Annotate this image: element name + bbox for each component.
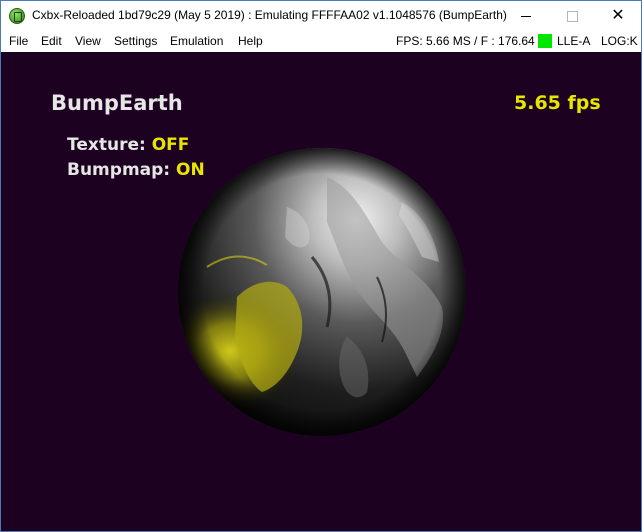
maximize-icon: [566, 10, 578, 22]
menu-settings[interactable]: Settings: [114, 34, 157, 48]
maximize-button[interactable]: [549, 1, 595, 31]
lle-status-label: LLE-A: [557, 34, 591, 48]
bumpmap-label: Bumpmap:: [67, 160, 171, 180]
render-viewport[interactable]: BumpEarth 5.65 fps Texture: OFF Bumpmap:…: [1, 52, 641, 531]
menu-view[interactable]: View: [75, 34, 101, 48]
title-bar[interactable]: Cxbx-Reloaded 1bd79c29 (May 5 2019) : Em…: [1, 1, 641, 31]
log-status[interactable]: LOG:K: [601, 34, 638, 48]
menu-edit[interactable]: Edit: [41, 34, 62, 48]
menu-bar: File Edit View Settings Emulation Help F…: [1, 31, 641, 51]
emulator-window: Cxbx-Reloaded 1bd79c29 (May 5 2019) : Em…: [0, 0, 642, 532]
window-title: Cxbx-Reloaded 1bd79c29 (May 5 2019) : Em…: [32, 8, 507, 22]
minimize-button[interactable]: [503, 1, 549, 31]
close-icon: ✕: [611, 7, 625, 24]
cxbx-app-icon[interactable]: [9, 8, 25, 24]
minimize-icon: [521, 15, 531, 17]
menu-help[interactable]: Help: [238, 34, 263, 48]
menu-emulation[interactable]: Emulation: [170, 34, 223, 48]
lle-status-led: [538, 34, 552, 48]
fps-overlay: 5.65 fps: [514, 92, 601, 114]
texture-option: Texture: OFF: [67, 135, 189, 155]
bump-mapped-earth-globe: [178, 148, 466, 436]
fps-status: FPS: 5.66 MS / F : 176.64: [396, 34, 535, 48]
texture-label: Texture:: [67, 135, 146, 155]
demo-title: BumpEarth: [51, 91, 183, 115]
close-button[interactable]: ✕: [595, 1, 641, 31]
menu-file[interactable]: File: [9, 34, 28, 48]
